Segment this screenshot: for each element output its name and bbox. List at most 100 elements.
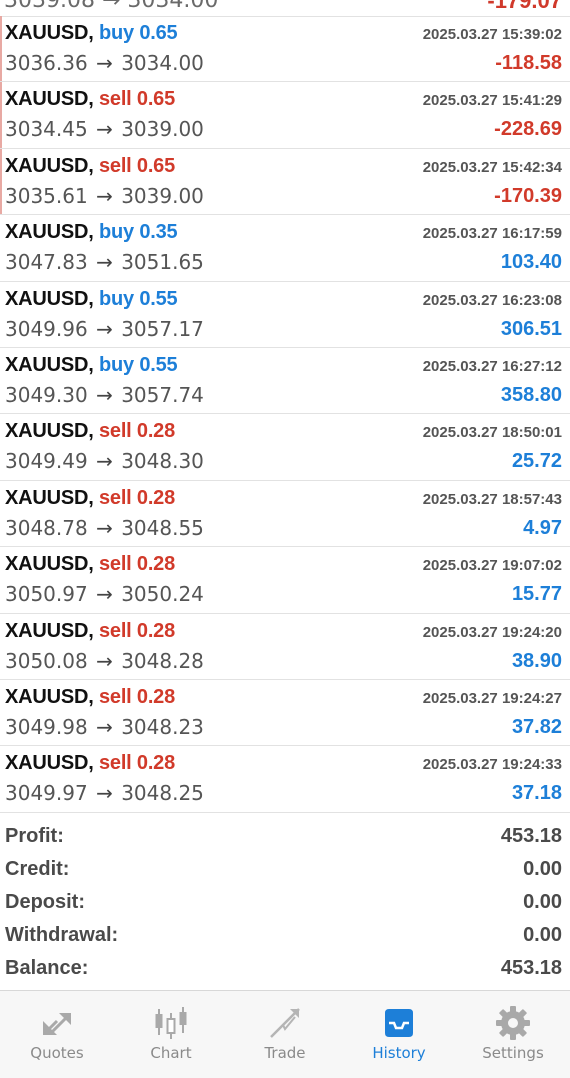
trade-row[interactable]: XAUUSD, buy 0.55 2025.03.27 16:27:12 304…	[0, 348, 570, 415]
tab-history-label: History	[372, 1044, 426, 1062]
side: sell	[98, 685, 132, 708]
close-time: 2025.03.27 19:24:33	[422, 756, 562, 774]
symbol: XAUUSD,	[5, 88, 94, 111]
trade-title: XAUUSD, sell 0.28	[5, 553, 175, 576]
open-price: 3048.78	[5, 515, 88, 540]
price-range: 3049.97 → 3048.25	[5, 781, 204, 805]
arrow: →	[96, 781, 113, 806]
trade-title: XAUUSD, buy 0.55	[5, 353, 178, 377]
trade-row[interactable]: XAUUSD, buy 0.55 2025.03.27 16:23:08 304…	[0, 282, 570, 348]
trade-row[interactable]: XAUUSD, sell 0.28 2025.03.27 19:07:02 30…	[0, 547, 570, 614]
tab-chart[interactable]: Chart	[114, 991, 228, 1078]
trade-title: XAUUSD, sell 0.28	[5, 752, 175, 775]
trade-profit: 103.40	[500, 251, 562, 274]
trade-row[interactable]: XAUUSD, sell 0.28 2025.03.27 18:50:01 30…	[0, 414, 570, 481]
arrow: →	[96, 250, 113, 275]
arrow: →	[96, 648, 113, 673]
close-time: 2025.03.27 18:57:43	[422, 490, 562, 508]
summary-deposit-row: Deposit: 0.00	[0, 888, 570, 921]
summary-balance-row: Balance: 453.18	[0, 954, 570, 987]
partial-trade-row[interactable]: 3039.08 → 3034.00 -179.07	[0, 0, 570, 17]
volume: 0.28	[136, 553, 176, 576]
volume: 0.28	[136, 486, 176, 509]
summary-credit-row: Credit: 0.00	[0, 855, 570, 888]
volume: 0.65	[136, 154, 176, 177]
history-inbox-icon	[385, 1009, 413, 1037]
price-range: 3047.83 → 3051.65	[5, 250, 204, 274]
tab-settings[interactable]: Settings	[456, 991, 570, 1078]
volume: 0.28	[136, 420, 176, 443]
trade-row[interactable]: XAUUSD, sell 0.28 2025.03.27 18:57:43 30…	[0, 481, 570, 548]
arrow: →	[96, 449, 113, 474]
close-time: 2025.03.27 15:42:34	[422, 158, 562, 176]
arrow: →	[96, 515, 113, 540]
side: buy	[98, 287, 134, 310]
symbol: XAUUSD,	[5, 287, 94, 310]
close-price: 3048.25	[121, 781, 204, 806]
trade-row[interactable]: XAUUSD, buy 0.35 2025.03.27 16:17:59 304…	[0, 215, 570, 282]
close-time: 2025.03.27 19:24:20	[422, 623, 562, 641]
price-range: 3050.97 → 3050.24	[5, 582, 204, 606]
trade-profit: 358.80	[500, 383, 562, 406]
trade-row[interactable]: XAUUSD, sell 0.28 2025.03.27 19:24:33 30…	[0, 746, 570, 813]
side: sell	[98, 752, 132, 775]
close-price: 3039.00	[121, 117, 204, 142]
balance-label: Balance:	[5, 957, 89, 979]
trade-profit: -118.58	[495, 52, 562, 74]
price-range: 3034.45 → 3039.00	[5, 117, 204, 141]
symbol: XAUUSD,	[5, 22, 94, 44]
trade-profit: 25.72	[511, 450, 562, 473]
close-price: 3039.00	[121, 183, 204, 208]
gear-icon	[496, 1006, 530, 1040]
close-price: 3048.55	[121, 515, 204, 540]
symbol: XAUUSD,	[5, 486, 94, 509]
open-price: 3049.98	[5, 714, 88, 739]
arrow: →	[96, 382, 113, 407]
partial-prices: 3039.08 → 3034.00	[4, 0, 219, 13]
trade-profit: 37.18	[511, 782, 562, 805]
arrow: →	[96, 582, 113, 607]
tab-quotes-label: Quotes	[30, 1044, 84, 1062]
open-price: 3049.97	[5, 781, 88, 806]
volume: 0.55	[139, 353, 178, 376]
tab-chart-label: Chart	[150, 1044, 192, 1062]
side: sell	[98, 88, 132, 111]
side: sell	[98, 154, 132, 177]
trade-row[interactable]: XAUUSD, sell 0.28 2025.03.27 19:24:20 30…	[0, 614, 570, 680]
price-range: 3049.96 → 3057.17	[5, 317, 204, 341]
arrow: →	[96, 51, 113, 75]
profit-label: Profit:	[5, 825, 64, 847]
close-time: 2025.03.27 19:24:27	[422, 689, 562, 707]
trade-profit: 4.97	[523, 516, 562, 539]
open-price: 3034.45	[5, 117, 88, 142]
trade-title: XAUUSD, sell 0.28	[5, 487, 175, 510]
open-price: 3050.08	[5, 648, 88, 673]
tab-trade[interactable]: Trade	[228, 991, 342, 1078]
trade-profit: -228.69	[494, 118, 562, 141]
volume: 0.55	[139, 287, 178, 310]
tab-settings-label: Settings	[482, 1044, 544, 1062]
trade-title: XAUUSD, sell 0.28	[5, 686, 175, 709]
side: sell	[98, 553, 132, 576]
arrow: →	[96, 183, 113, 208]
tab-quotes[interactable]: Quotes	[0, 991, 114, 1078]
candlestick-chart-icon	[155, 1007, 187, 1039]
open-price: 3036.36	[5, 51, 88, 75]
trade-title: XAUUSD, buy 0.65	[5, 22, 178, 45]
trade-row[interactable]: XAUUSD, sell 0.65 2025.03.27 15:41:29 30…	[0, 82, 570, 149]
tab-history[interactable]: History	[342, 991, 456, 1078]
close-time: 2025.03.27 16:27:12	[422, 357, 562, 375]
trade-row[interactable]: XAUUSD, sell 0.28 2025.03.27 19:24:27 30…	[0, 680, 570, 747]
arrow: →	[96, 316, 113, 341]
trade-row[interactable]: XAUUSD, sell 0.65 2025.03.27 15:42:34 30…	[0, 148, 570, 216]
close-price: 3057.74	[121, 382, 204, 407]
side: buy	[98, 353, 134, 376]
open-price: 3035.61	[5, 183, 88, 208]
open-price: 3049.30	[5, 382, 88, 407]
symbol: XAUUSD,	[5, 420, 94, 443]
volume: 0.35	[139, 221, 178, 244]
trade-row[interactable]: XAUUSD, buy 0.65 2025.03.27 15:39:02 303…	[0, 16, 570, 83]
tab-trade-label: Trade	[264, 1044, 306, 1062]
close-time: 2025.03.27 15:41:29	[422, 92, 562, 110]
close-time: 2025.03.27 19:07:02	[422, 557, 562, 575]
